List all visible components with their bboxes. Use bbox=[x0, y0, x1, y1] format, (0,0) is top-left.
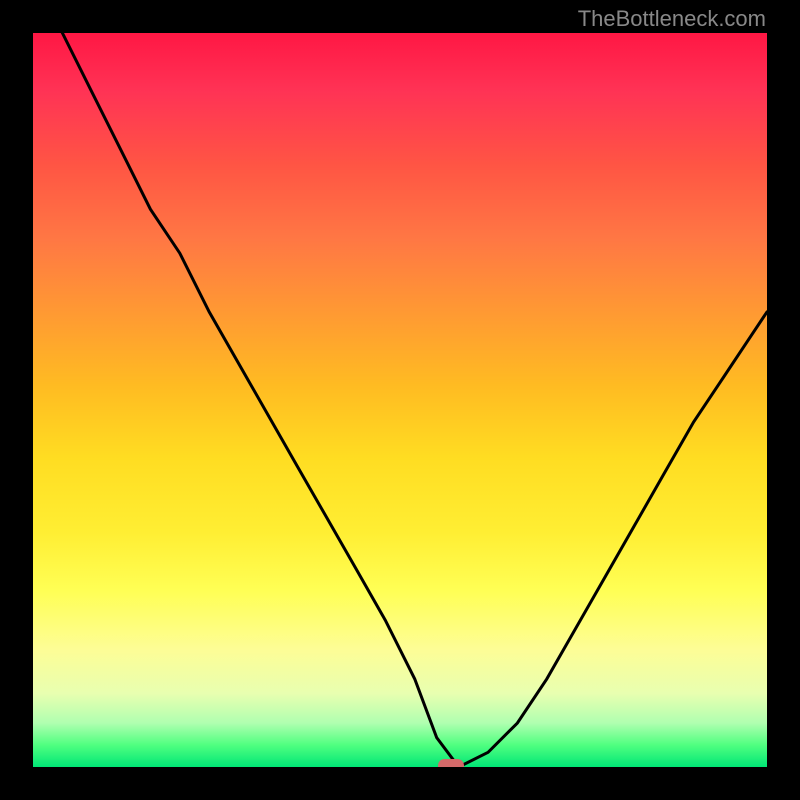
bottleneck-chart: TheBottleneck.com bbox=[0, 0, 800, 800]
plot-area bbox=[33, 33, 767, 767]
watermark-text: TheBottleneck.com bbox=[578, 6, 766, 32]
bottleneck-curve bbox=[33, 33, 767, 767]
optimal-point-marker bbox=[438, 759, 464, 767]
curve-layer bbox=[33, 33, 767, 767]
